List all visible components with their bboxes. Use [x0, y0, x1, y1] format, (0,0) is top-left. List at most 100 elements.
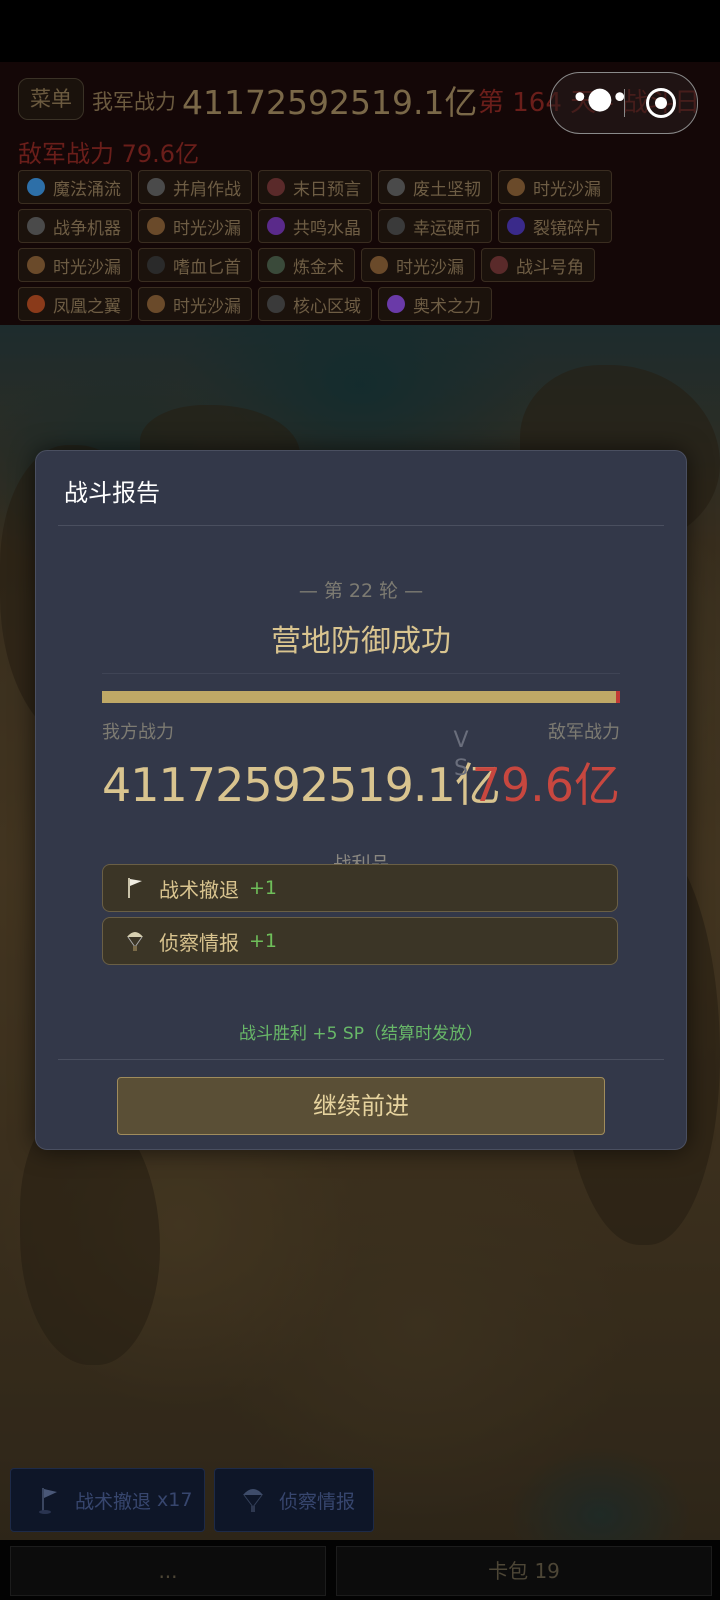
buff-tag[interactable]: 废土坚韧 — [378, 170, 492, 204]
buff-tag-label: 核心区域 — [293, 296, 361, 317]
hourglass-icon — [507, 178, 525, 196]
dagger-icon — [147, 256, 165, 274]
buff-tag-label: 裂镜碎片 — [533, 218, 601, 239]
buff-tag[interactable]: 嗜血匕首 — [138, 248, 252, 282]
hand-card-name: 侦察情报 — [279, 1490, 356, 1513]
victory-reward-text: 战斗胜利 +5 SP（结算时发放） — [239, 1024, 483, 1044]
buff-tag-label: 时光沙漏 — [533, 179, 601, 200]
vs-label: V S — [453, 727, 469, 783]
parachute-icon — [125, 929, 145, 953]
buff-tag-label: 时光沙漏 — [396, 257, 464, 278]
my-power-fill — [102, 691, 616, 703]
loot-name: 战术撤退 — [159, 877, 239, 902]
hourglass-icon — [370, 256, 388, 274]
hand-card[interactable]: 战术撤退 x17 — [10, 1468, 205, 1532]
white-flag-icon — [125, 876, 145, 900]
buff-tag[interactable]: 时光沙漏 — [138, 287, 252, 321]
buff-tag[interactable]: 末日预言 — [258, 170, 372, 204]
buff-tag[interactable]: 凤凰之翼 — [18, 287, 132, 321]
shield-icon — [387, 178, 405, 196]
magic-orb-icon — [27, 178, 45, 196]
loot-item: 战术撤退 +1 — [102, 864, 618, 912]
buff-tag[interactable]: 魔法涌流 — [18, 170, 132, 204]
buff-tag[interactable]: 并肩作战 — [138, 170, 252, 204]
flask-icon — [267, 256, 285, 274]
vs-v: V — [453, 728, 469, 753]
core-icon — [267, 295, 285, 313]
footer-divider — [58, 1059, 664, 1060]
buff-tag-label: 并肩作战 — [173, 179, 241, 200]
continue-button[interactable]: 继续前进 — [117, 1077, 605, 1135]
horn-icon — [490, 256, 508, 274]
title-divider — [58, 525, 664, 526]
mirror-shard-icon — [507, 217, 525, 235]
buff-tag[interactable]: 炼金术 — [258, 248, 355, 282]
mini-program-capsule: •●• — [550, 72, 698, 134]
buff-tag-label: 幸运硬币 — [413, 218, 481, 239]
buff-tag-label: 战争机器 — [53, 218, 121, 239]
buff-tag[interactable]: 共鸣水晶 — [258, 209, 372, 243]
buff-tag[interactable]: 时光沙漏 — [498, 170, 612, 204]
enemy-power-label: 敌军战力 — [548, 722, 620, 743]
loot-item: 侦察情报 +1 — [102, 917, 618, 965]
parachute-icon — [241, 1485, 265, 1515]
buff-tag-label: 嗜血匕首 — [173, 257, 241, 278]
card-hand: 战术撤退 x17 侦察情报 — [0, 1468, 720, 1538]
buff-tag[interactable]: 战争机器 — [18, 209, 132, 243]
buff-tag[interactable]: 核心区域 — [258, 287, 372, 321]
crystal-icon — [267, 217, 285, 235]
my-power-label: 我军战力 — [92, 90, 176, 114]
enemy-power-number: 79.6亿 — [471, 758, 620, 812]
battle-result: 营地防御成功 — [271, 624, 451, 659]
capsule-divider — [624, 89, 625, 117]
buff-tag-label: 战斗号角 — [516, 257, 584, 278]
menu-button[interactable]: 菜单 — [18, 78, 84, 120]
close-target-icon[interactable] — [646, 88, 676, 118]
buff-tag-label: 魔法涌流 — [53, 179, 121, 200]
buff-tag-row: 战争机器 时光沙漏 共鸣水晶 幸运硬币 裂镜碎片 — [18, 209, 708, 243]
hand-card[interactable]: 侦察情报 — [214, 1468, 374, 1532]
buff-tag[interactable]: 时光沙漏 — [361, 248, 475, 282]
top-header: 菜单 我军战力 41172592519.1亿 第 164 天 - 战斗日 敌军战… — [0, 62, 720, 325]
vs-s: S — [454, 756, 468, 781]
hand-card-name: 战术撤退 — [75, 1490, 152, 1513]
my-power-number: 41172592519.1亿 — [102, 758, 501, 812]
buff-tags: 魔法涌流 并肩作战 末日预言 废土坚韧 时光沙漏 战争机器 时光沙漏 共鸣水晶 幸运硬币 裂镜碎片… — [18, 170, 708, 326]
buff-tag[interactable]: 战斗号角 — [481, 248, 595, 282]
doom-icon — [267, 178, 285, 196]
more-actions-button[interactable]: ... — [10, 1546, 326, 1596]
buff-tag-row: 凤凰之翼 时光沙漏 核心区域 奥术之力 — [18, 287, 708, 321]
buff-tag-label: 奥术之力 — [413, 296, 481, 317]
bottom-bar: ... 卡包 19 — [0, 1540, 720, 1600]
phoenix-wing-icon — [27, 295, 45, 313]
buff-tag-label: 共鸣水晶 — [293, 218, 361, 239]
buff-tag-label: 时光沙漏 — [53, 257, 121, 278]
buff-tag-label: 末日预言 — [293, 179, 361, 200]
my-power-label: 我方战力 — [102, 722, 174, 743]
buff-tag-label: 凤凰之翼 — [53, 296, 121, 317]
arcane-icon — [387, 295, 405, 313]
buff-tag-label: 炼金术 — [293, 257, 344, 278]
power-compare-bar — [102, 691, 620, 703]
more-icon[interactable]: •●• — [571, 84, 629, 114]
buff-tag-row: 时光沙漏 嗜血匕首 炼金术 时光沙漏 战斗号角 — [18, 248, 708, 282]
my-power-value: 41172592519.1亿 — [182, 83, 478, 122]
buff-tag-label: 时光沙漏 — [173, 296, 241, 317]
buff-tag[interactable]: 奥术之力 — [378, 287, 492, 321]
buff-tag[interactable]: 时光沙漏 — [18, 248, 132, 282]
loot-name: 侦察情报 — [159, 930, 239, 955]
dialog-title: 战斗报告 — [64, 479, 160, 507]
gear-icon — [27, 217, 45, 235]
hourglass-icon — [27, 256, 45, 274]
card-bag-button[interactable]: 卡包 19 — [336, 1546, 712, 1596]
loot-count: +1 — [249, 930, 278, 952]
buff-tag[interactable]: 时光沙漏 — [138, 209, 252, 243]
loot-count: +1 — [249, 877, 278, 899]
round-label: — 第 22 轮 — — [298, 580, 424, 602]
status-bar-area — [0, 0, 720, 62]
buff-tag[interactable]: 幸运硬币 — [378, 209, 492, 243]
buff-tag[interactable]: 裂镜碎片 — [498, 209, 612, 243]
result-divider — [102, 673, 620, 674]
coin-icon — [387, 217, 405, 235]
hourglass-icon — [147, 217, 165, 235]
